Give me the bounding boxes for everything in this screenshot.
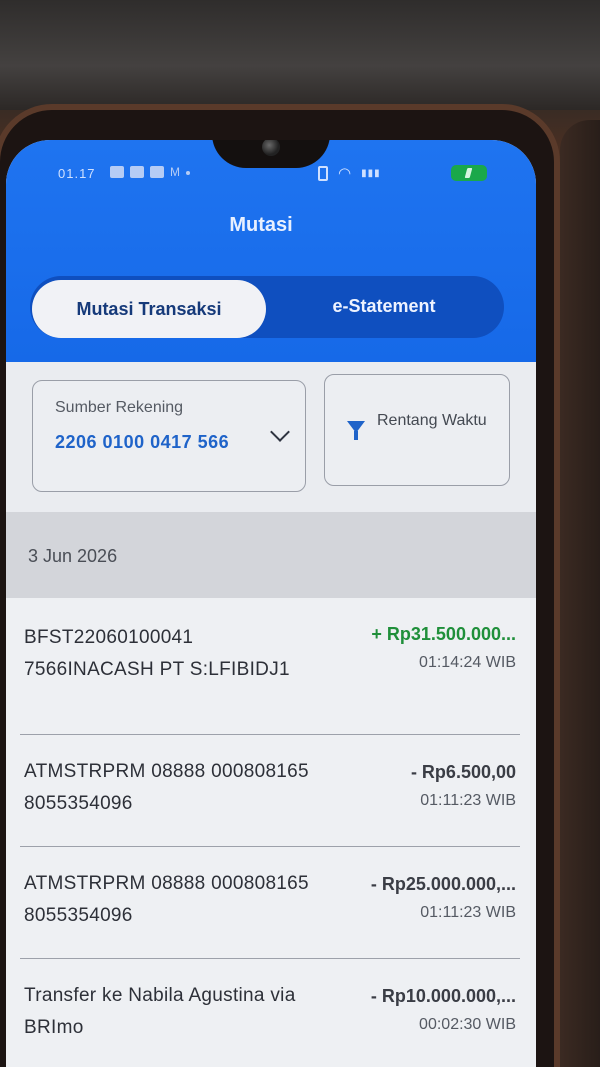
transaction-amount: - Rp10.000.000,... — [370, 986, 516, 1006]
status-bar: 01.17 M ◠ ▮▮▮ — [6, 162, 536, 188]
app-header: 01.17 M ◠ ▮▮▮ Mutasi Mutasi Transaksi e-… — [6, 140, 536, 362]
transaction-description: Transfer ke Nabila Agustina via BRImo — [24, 985, 296, 1038]
transaction-time: 01:11:23 WIB — [420, 792, 516, 809]
front-camera-icon — [262, 140, 280, 156]
date-range-label: Rentang Waktu — [377, 412, 487, 429]
divider — [20, 958, 520, 959]
notification-icons: M — [110, 166, 190, 178]
phone-screen: 01.17 M ◠ ▮▮▮ Mutasi Mutasi Transaksi e-… — [6, 140, 536, 1067]
filter-area: Sumber Rekening 2206 0100 0417 566 Renta… — [6, 362, 536, 512]
system-icons: ◠ ▮▮▮ — [318, 164, 487, 182]
filter-icon — [347, 421, 365, 440]
background-surface — [0, 0, 600, 110]
divider — [20, 846, 520, 847]
page-title: Mutasi — [229, 214, 293, 236]
tab-e-statement[interactable]: e-Statement — [266, 276, 502, 338]
transaction-amount: - Rp6.500,00 — [410, 762, 516, 782]
notification-app-icon — [150, 166, 164, 178]
notification-app-icon — [110, 166, 124, 178]
tab-switcher: Mutasi Transaksi e-Statement — [30, 276, 504, 338]
vibrate-icon — [318, 165, 328, 181]
account-selector-label: Sumber Rekening — [55, 399, 184, 416]
wifi-icon: ◠ — [338, 165, 352, 182]
divider — [20, 734, 520, 735]
tab-mutasi-transaksi[interactable]: Mutasi Transaksi — [32, 280, 266, 338]
transaction-time: 00:02:30 WIB — [419, 1016, 516, 1033]
transaction-list: BFST22060100041 7566INACASH PT S:LFIBIDJ… — [6, 598, 536, 1067]
account-selector[interactable]: Sumber Rekening 2206 0100 0417 566 — [32, 380, 306, 492]
signal-icon: ▮▮▮ — [361, 167, 381, 179]
battery-charging-icon — [450, 165, 487, 181]
transaction-description: ATMSTRPRM 08888 000808165 8055354096 — [24, 761, 309, 814]
transaction-description: BFST22060100041 7566INACASH PT S:LFIBIDJ… — [24, 627, 290, 680]
status-time: 01.17 — [58, 166, 96, 181]
chevron-down-icon — [270, 422, 290, 442]
photo-background: 01.17 M ◠ ▮▮▮ Mutasi Mutasi Transaksi e-… — [0, 0, 600, 1067]
transaction-amount: + Rp31.500.000... — [371, 624, 516, 644]
adjacent-device — [560, 120, 600, 1067]
transaction-amount: - Rp25.000.000,... — [370, 874, 516, 894]
more-notifications-dot-icon — [186, 171, 190, 175]
transaction-time: 01:14:24 WIB — [419, 654, 516, 671]
gmail-icon: M — [170, 165, 180, 179]
date-header-text: 3 Jun 2026 — [28, 546, 118, 566]
date-group-header: 3 Jun 2026 — [6, 512, 536, 598]
transaction-time: 01:11:23 WIB — [420, 904, 516, 921]
notification-app-icon — [130, 166, 144, 178]
account-number: 2206 0100 0417 566 — [55, 432, 230, 452]
transaction-description: ATMSTRPRM 08888 000808165 8055354096 — [24, 873, 309, 926]
date-range-filter-button[interactable]: Rentang Waktu — [324, 374, 510, 486]
